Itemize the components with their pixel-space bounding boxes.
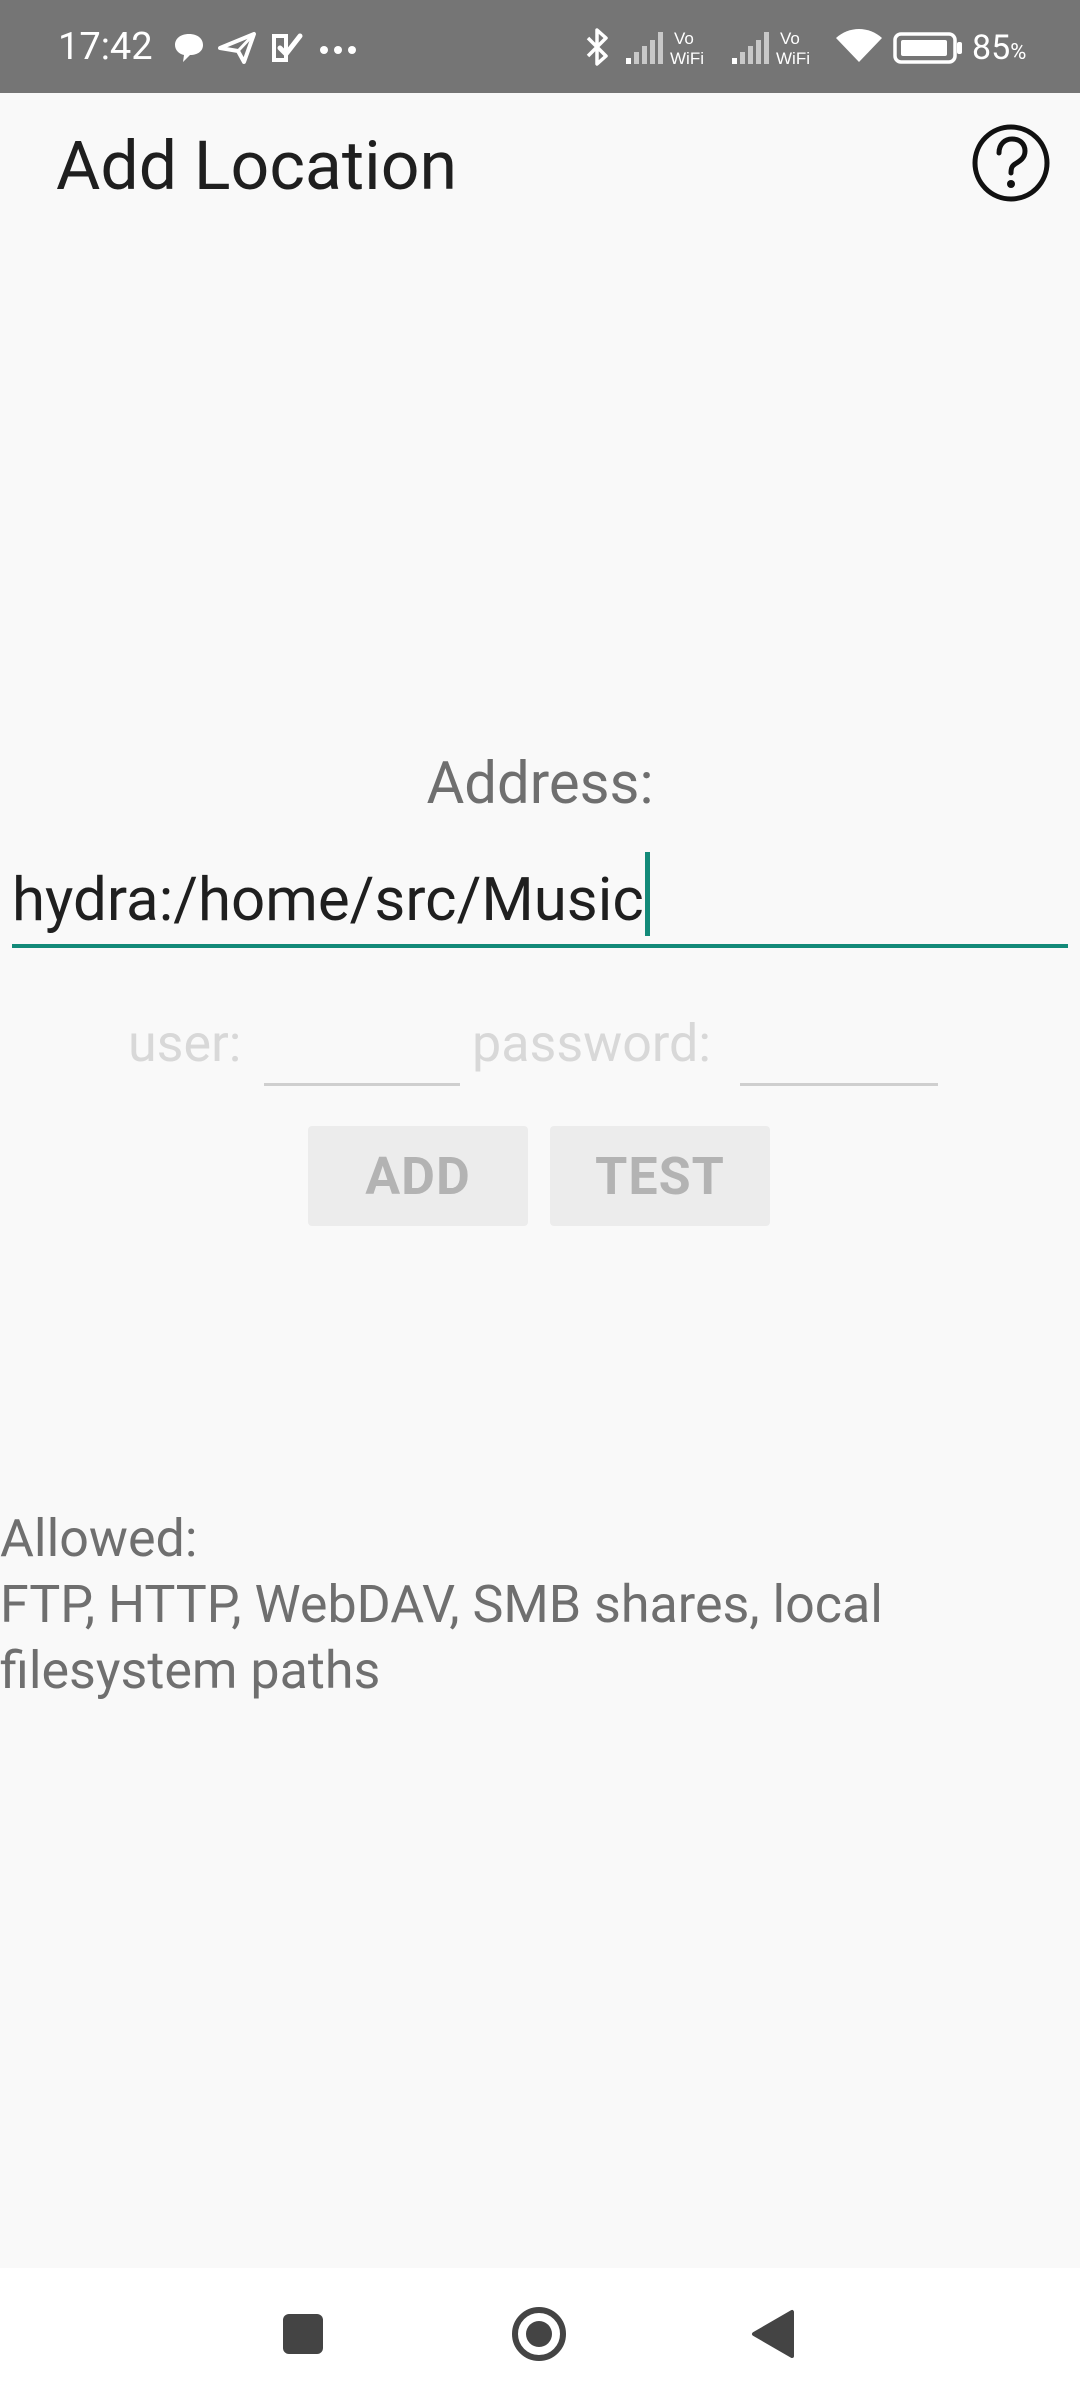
svg-text:WiFi: WiFi [670,49,704,68]
signal-vowifi-icon-2: Vo WiFi [732,29,810,68]
battery-icon [893,32,962,64]
password-input[interactable] [740,1016,938,1086]
address-label: Address: [426,750,654,818]
help-icon[interactable] [970,122,1052,204]
battery-percent: 85% [972,28,1027,68]
chat-bubble-icon [175,34,203,62]
navigation-bar [0,2268,1080,2400]
user-input[interactable] [264,1016,460,1086]
svg-text:Vo: Vo [674,29,694,48]
address-input[interactable]: hydra:/home/src/Music [12,848,1068,948]
home-circle-icon[interactable] [498,2268,580,2400]
password-label: password: [472,1013,711,1074]
screen: 17:42 Vo WiFi Vo WiFi 85% Add Location A… [0,0,1080,2400]
more-notifications-icon [320,46,356,54]
text-cursor [644,852,650,936]
recents-square-icon[interactable] [262,2268,344,2400]
allowed-text: FTP, HTTP, WebDAV, SMB shares, local fil… [0,1574,883,1701]
user-label: user: [128,1013,242,1074]
status-bar: 17:42 Vo WiFi Vo WiFi 85% [0,0,1080,93]
allowed-info: Allowed: FTP, HTTP, WebDAV, SMB shares, … [0,1506,1000,1704]
send-icon [218,32,256,64]
svg-text:WiFi: WiFi [776,49,810,68]
status-time: 17:42 [58,25,153,69]
add-button[interactable]: ADD [308,1126,528,1226]
page-title: Add Location [56,126,458,206]
signal-vowifi-icon-1: Vo WiFi [626,29,704,68]
svg-text:Vo: Vo [780,29,800,48]
bluetooth-icon [586,28,608,66]
address-input-value: hydra:/home/src/Music [12,852,650,940]
allowed-heading: Allowed: [0,1508,198,1569]
wifi-icon [836,29,882,62]
checkmark-app-icon [272,33,303,62]
back-triangle-icon[interactable] [734,2268,816,2400]
test-button[interactable]: TEST [550,1126,770,1226]
